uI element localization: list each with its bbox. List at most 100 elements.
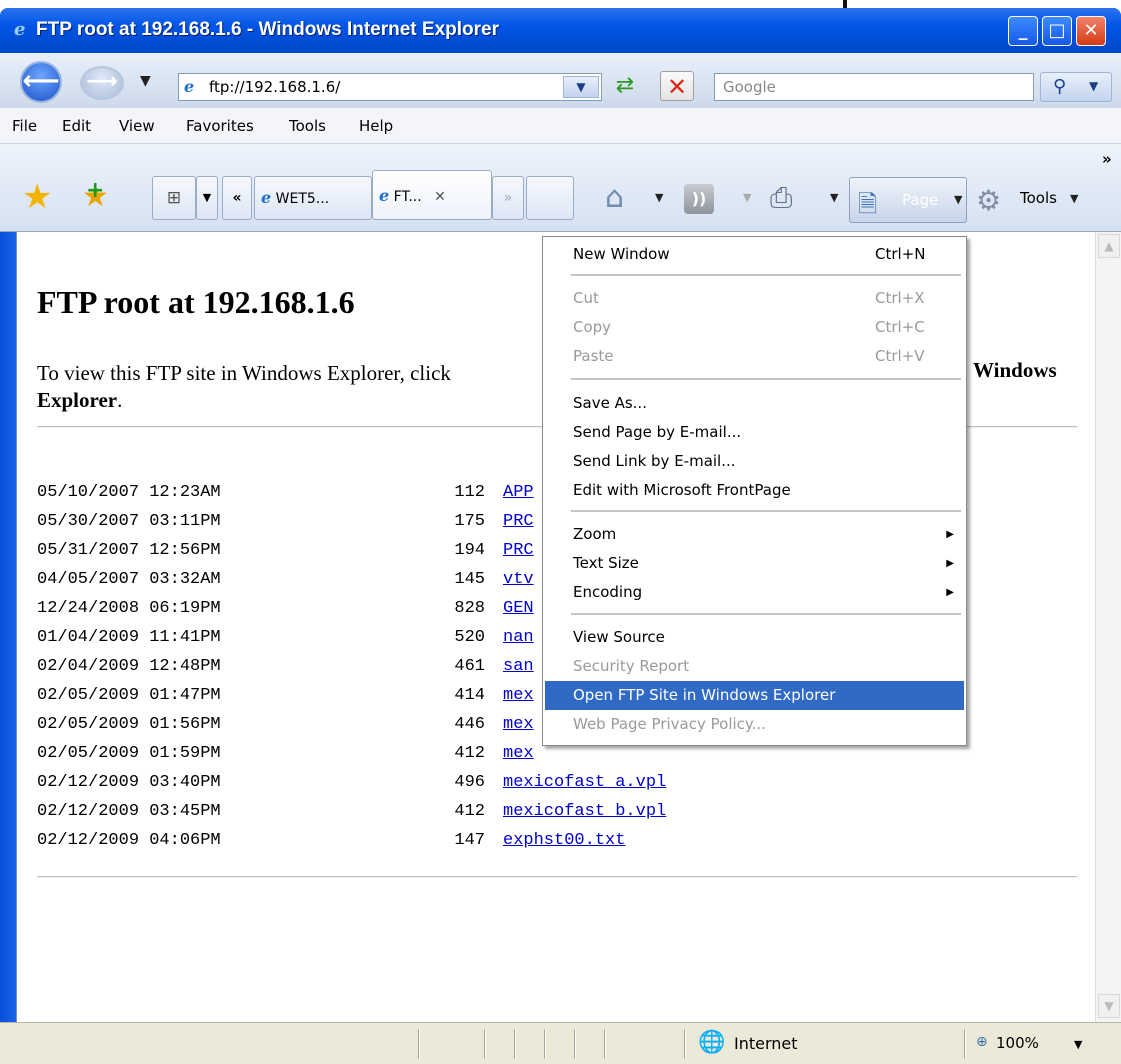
file-link[interactable]: mex — [503, 715, 534, 734]
file-link[interactable]: PRC — [503, 541, 534, 560]
menu-item-label: Security Report — [573, 657, 690, 675]
status-separator — [544, 1029, 546, 1059]
menu-item-shortcut: Ctrl+N — [875, 245, 926, 263]
rss-feed-icon[interactable]: )) — [684, 184, 714, 214]
menu-item-zoom[interactable]: Zoom ▶ — [545, 520, 964, 549]
tab-scroll-left-button[interactable]: « — [222, 176, 252, 220]
refresh-button[interactable]: ⇄ — [610, 71, 640, 101]
scroll-up-button[interactable]: ▲ — [1098, 234, 1120, 258]
file-link[interactable]: nan — [503, 628, 534, 647]
close-tab-icon[interactable]: ✕ — [434, 189, 446, 205]
file-link[interactable]: GEN — [503, 599, 534, 618]
menu-separator — [571, 378, 961, 380]
file-link[interactable]: mexicofast a.vpl — [503, 773, 666, 792]
file-link[interactable]: mex — [503, 744, 534, 763]
desktop-mark — [843, 0, 847, 8]
intro-link-windows[interactable]: Windows — [973, 358, 1057, 383]
menu-bar: File Edit View Favorites Tools Help — [0, 108, 1121, 144]
back-arrow-icon: ⟵ — [22, 66, 60, 96]
file-size: 147 — [454, 831, 485, 850]
search-button[interactable]: ⚲ ▼ — [1040, 72, 1112, 102]
feeds-dropdown[interactable]: ▼ — [743, 191, 751, 204]
menu-item-send-link-by-e-mail[interactable]: Send Link by E-mail... — [545, 447, 964, 476]
title-bar[interactable]: e FTP root at 192.168.1.6 - Windows Inte… — [0, 8, 1121, 53]
search-box[interactable]: Google — [714, 73, 1034, 101]
menu-item-label: Edit with Microsoft FrontPage — [573, 481, 791, 499]
file-link[interactable]: APP — [503, 483, 534, 502]
grid-icon: ⊞ — [166, 188, 182, 208]
zoom-dropdown[interactable]: ▼ — [1074, 1038, 1082, 1051]
tab-ftp-active[interactable]: e FT... ✕ — [372, 170, 492, 220]
listing-row: 02/12/2009 04:06PM 147 exphst00.txt — [37, 826, 666, 855]
magnifier-zoom-icon[interactable]: ⊕ — [976, 1034, 988, 1050]
file-link[interactable]: PRC — [503, 512, 534, 531]
address-dropdown-button[interactable]: ▼ — [563, 76, 599, 98]
page-menu-button[interactable]: 🗎 Page ▼ — [849, 177, 967, 223]
search-input[interactable]: Google — [723, 78, 776, 96]
double-chevron-left-icon: « — [232, 190, 242, 206]
file-link[interactable]: vtv — [503, 570, 534, 589]
menu-item-encoding[interactable]: Encoding ▶ — [545, 578, 964, 607]
menu-tools[interactable]: Tools — [289, 117, 326, 135]
new-tab-button[interactable] — [526, 176, 574, 220]
file-link[interactable]: mexicofast b.vpl — [503, 802, 666, 821]
quick-tabs-button[interactable]: ⊞ — [152, 176, 196, 220]
close-button[interactable]: ✕ — [1076, 16, 1106, 46]
menu-file[interactable]: File — [12, 117, 37, 135]
menu-item-open-ftp-site-in-windows-explorer[interactable]: Open FTP Site in Windows Explorer — [545, 681, 964, 710]
vertical-scrollbar[interactable]: ▲ ▼ — [1095, 232, 1121, 1022]
menu-item-send-page-by-e-mail[interactable]: Send Page by E-mail... — [545, 418, 964, 447]
file-size: 412 — [454, 802, 485, 821]
file-link[interactable]: exphst00.txt — [503, 831, 625, 850]
tab-list-dropdown[interactable]: ▼ — [196, 176, 218, 220]
submenu-arrow-icon: ▶ — [946, 529, 954, 540]
printer-icon[interactable]: ⎙ — [770, 182, 792, 214]
menu-item-view-source[interactable]: View Source — [545, 623, 964, 652]
address-bar[interactable]: e ftp://192.168.1.6/ ▼ — [178, 73, 602, 101]
page-title: FTP root at 192.168.1.6 — [37, 284, 355, 320]
file-link[interactable]: san — [503, 657, 534, 676]
status-separator — [964, 1029, 966, 1059]
intro-link-explorer[interactable]: Explorer — [37, 388, 117, 412]
file-date: 05/30/2007 03:11PM — [37, 512, 221, 531]
toolbar-overflow-chevron[interactable]: » — [1102, 150, 1112, 168]
menu-item-copy: Copy Ctrl+C — [545, 313, 964, 342]
menu-edit[interactable]: Edit — [62, 117, 91, 135]
maximize-button[interactable]: □ — [1042, 16, 1072, 46]
address-input[interactable]: ftp://192.168.1.6/ — [209, 78, 340, 96]
zoom-level[interactable]: 100% — [996, 1034, 1039, 1052]
tab-wet5[interactable]: e WET5... — [254, 176, 372, 220]
file-link[interactable]: mex — [503, 686, 534, 705]
back-button[interactable]: ⟵ — [20, 61, 62, 103]
menu-separator — [571, 274, 961, 276]
intro-line-2: Explorer. — [37, 388, 123, 412]
menu-item-new-window[interactable]: New Window Ctrl+N — [545, 240, 964, 269]
search-options-dropdown[interactable]: ▼ — [1089, 79, 1098, 93]
ie-tab-icon: e — [379, 186, 390, 205]
print-dropdown[interactable]: ▼ — [830, 191, 838, 204]
favorites-star-icon[interactable]: ★ — [22, 180, 52, 214]
menu-help[interactable]: Help — [359, 117, 393, 135]
menu-item-edit-with-microsoft-frontpage[interactable]: Edit with Microsoft FrontPage — [545, 476, 964, 505]
minimize-button[interactable]: _ — [1008, 16, 1038, 46]
stop-button[interactable]: ✕ — [660, 71, 694, 101]
menu-item-text-size[interactable]: Text Size ▶ — [545, 549, 964, 578]
menu-item-save-as[interactable]: Save As... — [545, 389, 964, 418]
forward-button[interactable]: ⟶ — [80, 66, 124, 100]
history-dropdown[interactable]: ▼ — [140, 73, 151, 89]
home-icon[interactable]: ⌂ — [605, 180, 624, 216]
add-plus-icon: + — [86, 178, 105, 203]
home-dropdown[interactable]: ▼ — [655, 191, 663, 204]
menu-item-label: Text Size — [573, 554, 639, 572]
tab-scroll-right-button[interactable]: » — [492, 176, 524, 220]
file-size: 412 — [454, 744, 485, 763]
menu-favorites[interactable]: Favorites — [186, 117, 254, 135]
scroll-down-button[interactable]: ▼ — [1098, 994, 1120, 1018]
file-size: 175 — [454, 512, 485, 531]
menu-item-label: Save As... — [573, 394, 647, 412]
menu-item-label: View Source — [573, 628, 665, 646]
menu-item-security-report: Security Report — [545, 652, 964, 681]
listing-row: 02/12/2009 03:40PM 496 mexicofast a.vpl — [37, 768, 666, 797]
tools-menu-button[interactable]: ⚙ Tools ▼ — [972, 177, 1092, 223]
menu-view[interactable]: View — [119, 117, 155, 135]
